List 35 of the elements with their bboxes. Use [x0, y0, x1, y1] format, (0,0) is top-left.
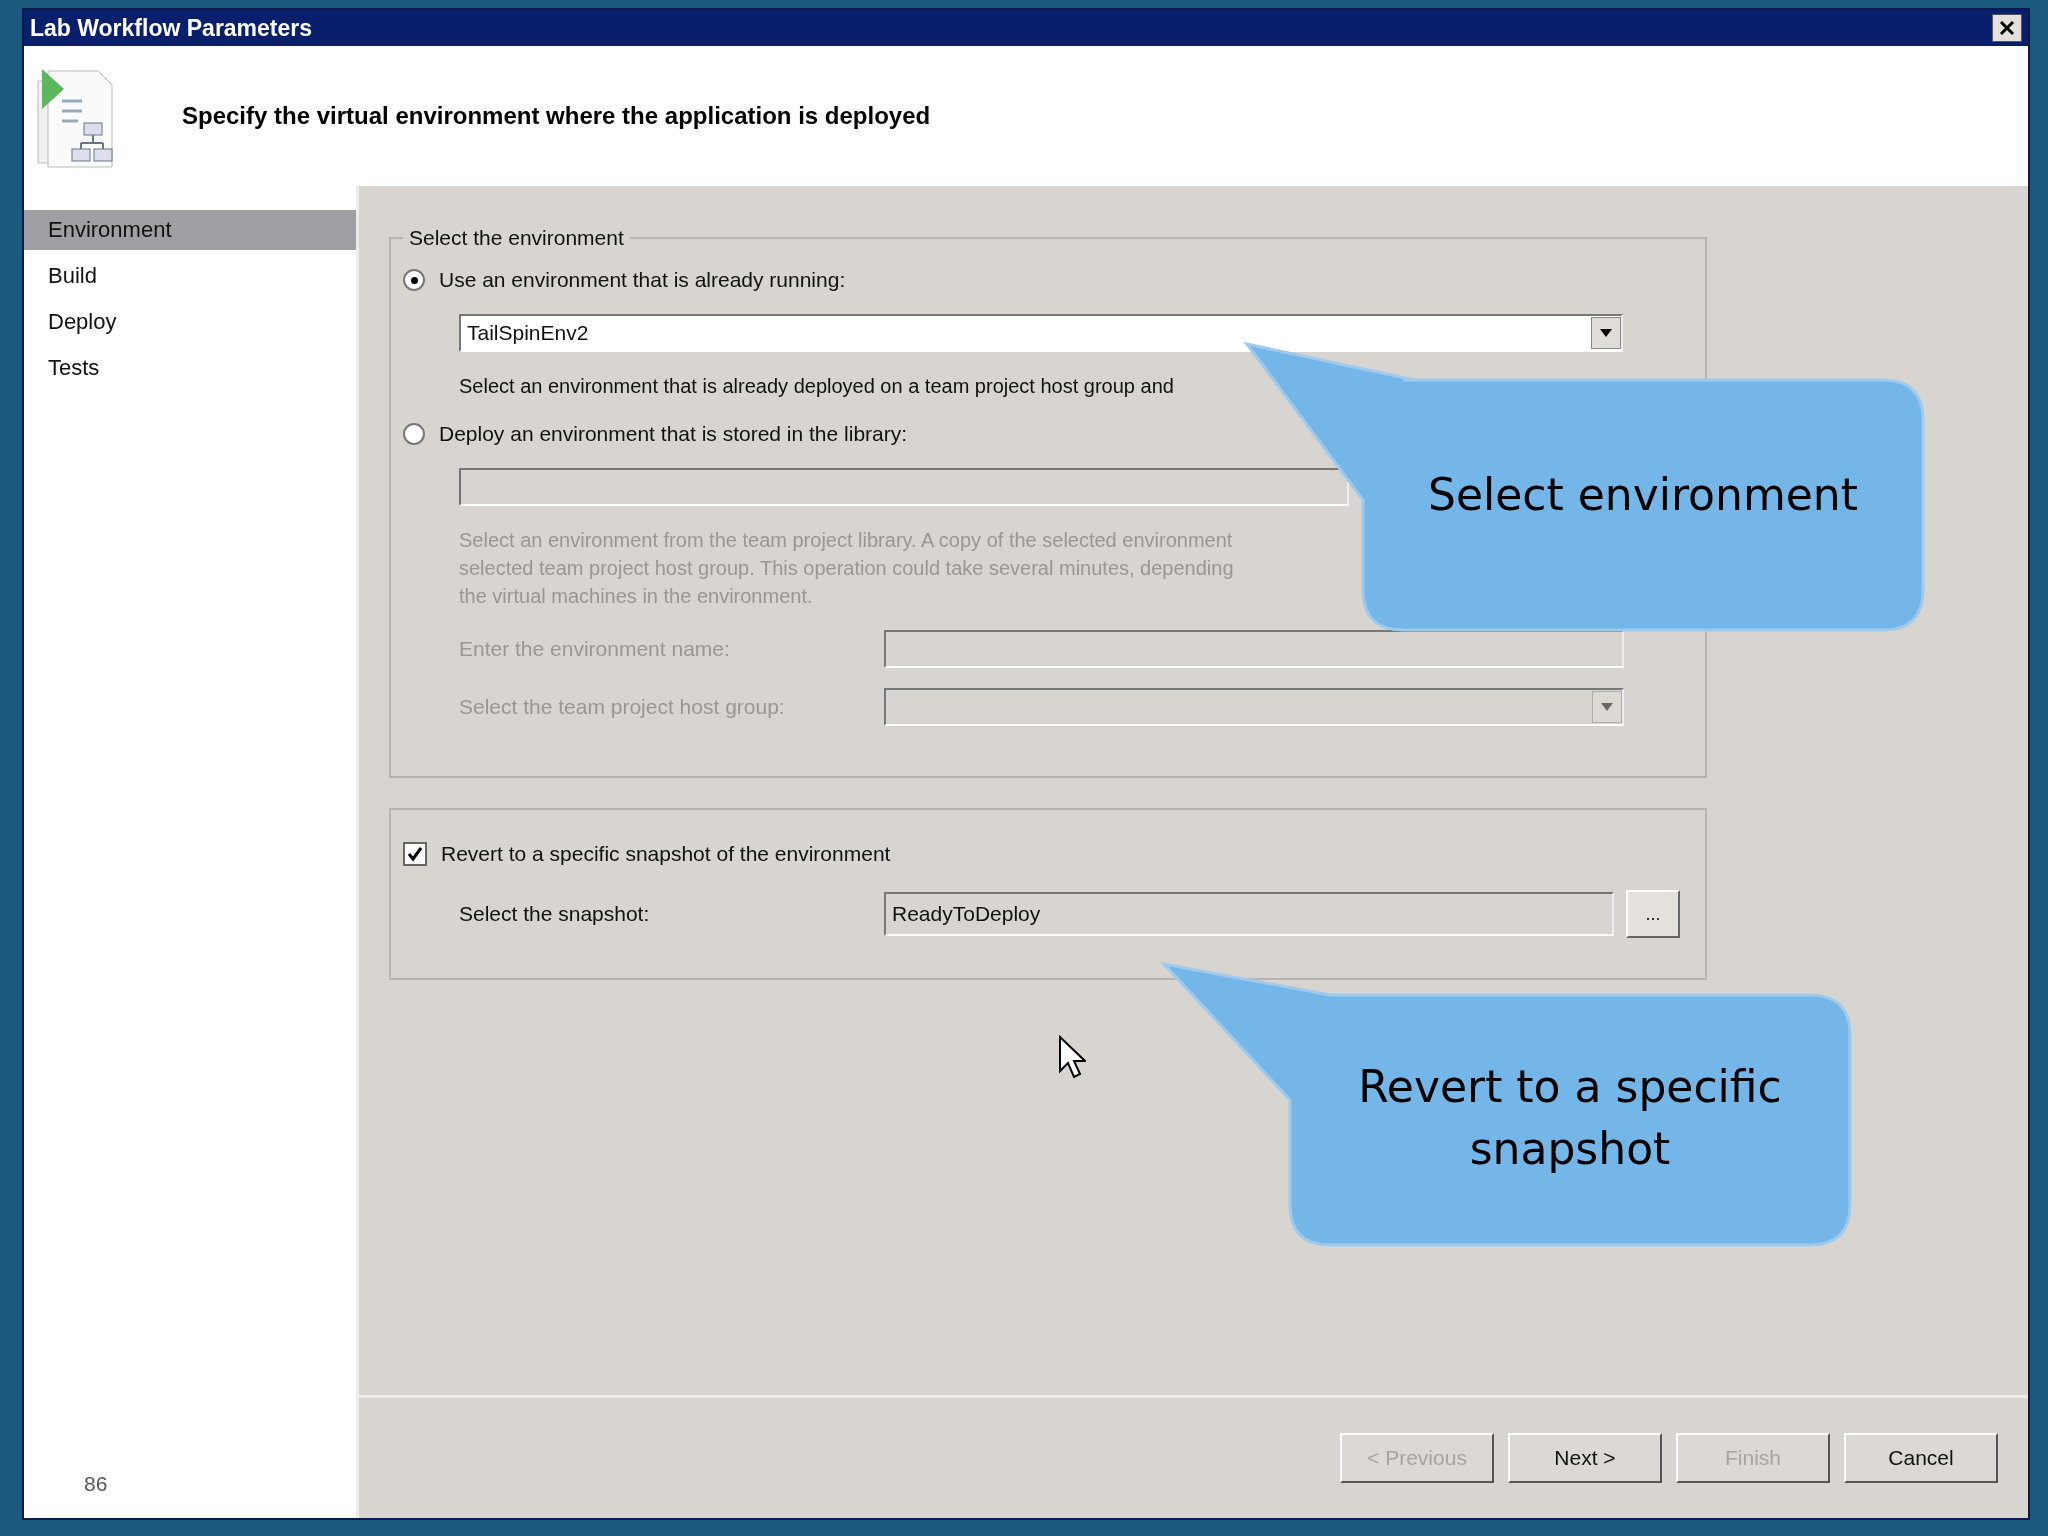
environment-combo[interactable]: TailSpinEnv2	[459, 314, 1623, 352]
wizard-button[interactable]: Next >	[1508, 1433, 1662, 1483]
caret-icon	[1601, 703, 1613, 711]
radio-label: Use an environment that is already running:	[439, 268, 846, 292]
group-title: Select the environment	[408, 226, 625, 250]
radio-button[interactable]	[403, 269, 425, 291]
field-label: Select the team project host group:	[459, 695, 786, 719]
callout-text: Revert to a specific snapshot	[1357, 1060, 1783, 1176]
description-text: selected team project host group. This operation could take several minutes, depending	[459, 556, 1235, 581]
sidebar-item[interactable]: Deploy	[24, 302, 356, 342]
sidebar-item[interactable]: Build	[24, 256, 356, 296]
description-text: the virtual machines in the environment.	[459, 584, 814, 609]
browse-button[interactable]: ...	[1626, 890, 1680, 938]
combo-value: TailSpinEnv2	[467, 321, 589, 345]
check-icon	[407, 846, 423, 862]
sidebar-item[interactable]: Environment	[24, 210, 356, 250]
caret-icon	[1600, 329, 1612, 337]
dropdown-button[interactable]	[1591, 317, 1621, 349]
field-label: Enter the environment name:	[459, 637, 731, 661]
close-button[interactable]	[1992, 14, 2022, 42]
checkbox-label: Revert to a specific snapshot of the environment	[441, 842, 891, 866]
snapshot-field[interactable]: ReadyToDeploy	[884, 892, 1614, 936]
window-title: Lab Workflow Parameters	[30, 14, 313, 42]
description-text: Select an environment that is already deployed on a team project host group and	[459, 374, 1175, 399]
field-label: Select the snapshot:	[459, 902, 651, 926]
page-number: 86	[84, 1472, 108, 1496]
checkbox[interactable]	[403, 842, 427, 866]
radio-label: Deploy an environment that is stored in the library:	[439, 422, 908, 446]
mouse-cursor-icon	[1058, 1035, 1086, 1079]
description-text: Select an environment from the team project library. A copy of the selected environment	[459, 528, 1234, 553]
wizard-button[interactable]: Cancel	[1844, 1433, 1998, 1483]
callout-text: Select environment	[1427, 468, 1859, 522]
header-text: Specify the virtual environment where the application is deployed	[182, 102, 931, 130]
close-icon	[1999, 20, 2015, 36]
sidebar-item[interactable]: Tests	[24, 348, 356, 388]
